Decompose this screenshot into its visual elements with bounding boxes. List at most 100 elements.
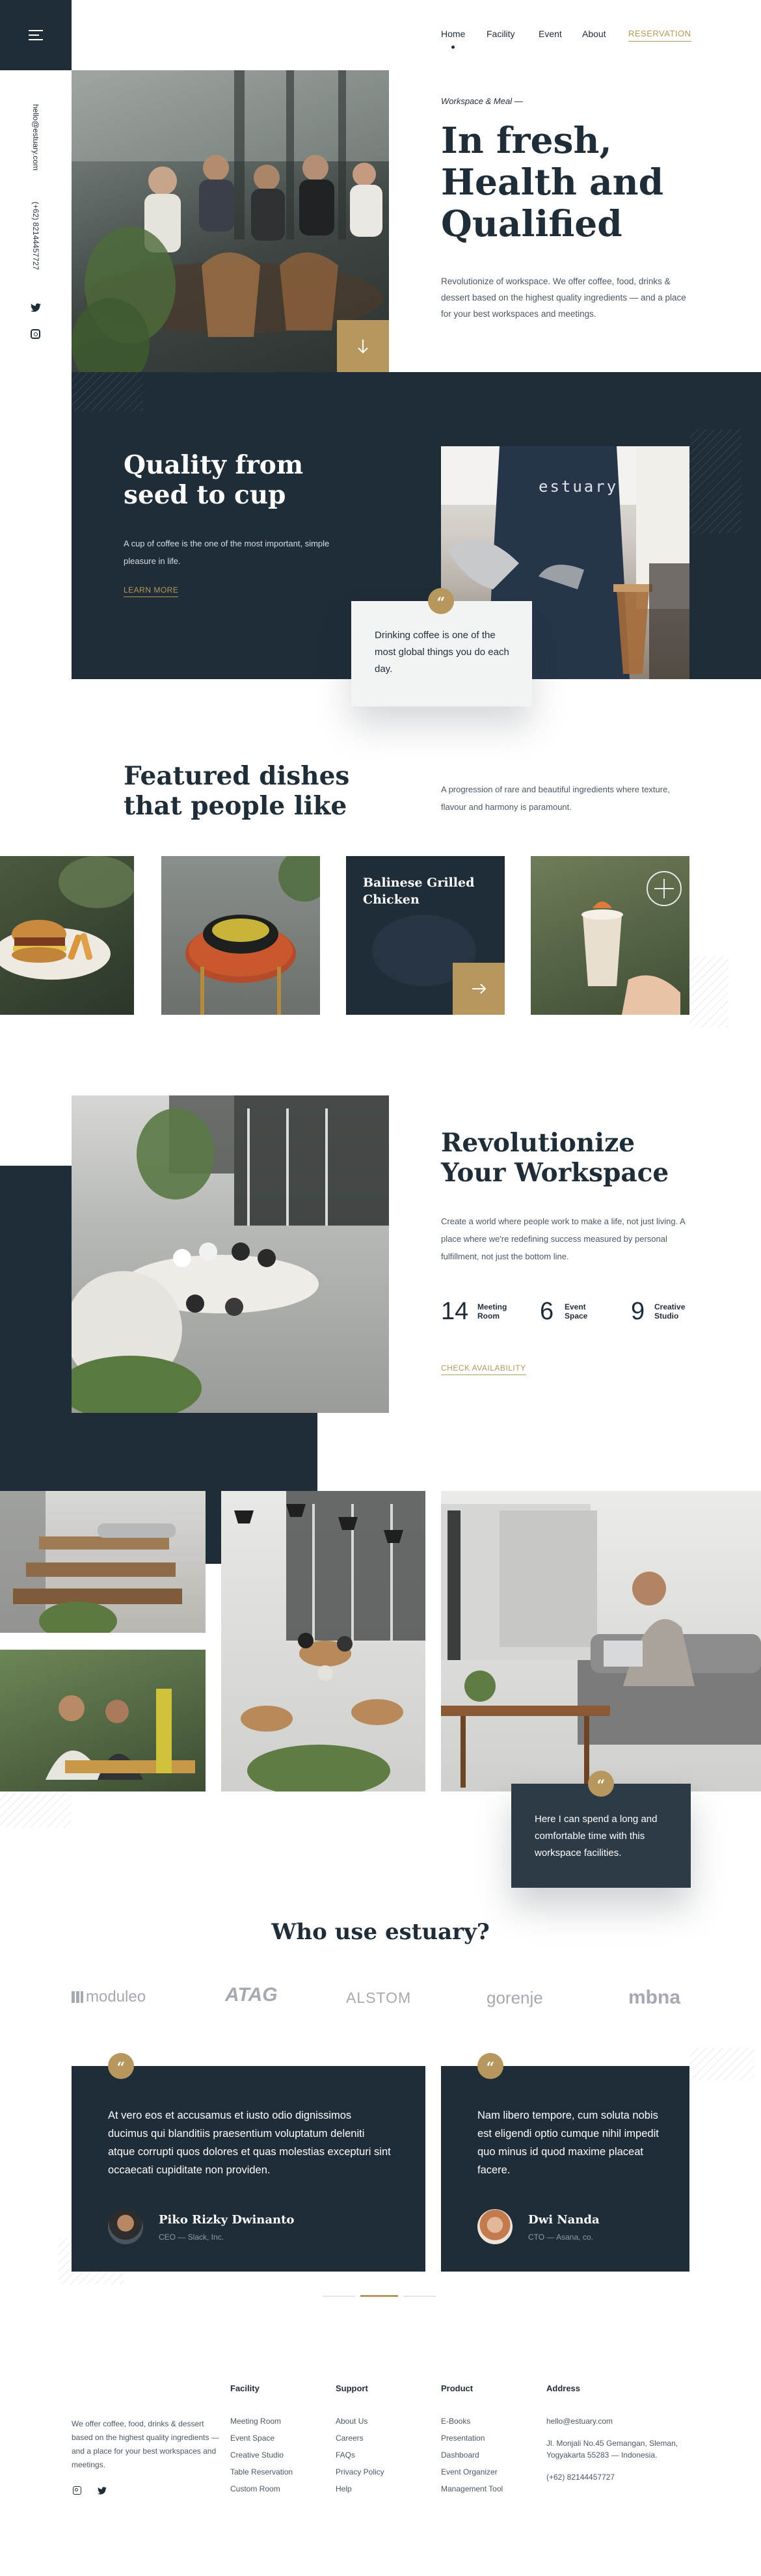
hero-title-line: In fresh,	[441, 119, 612, 161]
testimonial-hatch-right	[689, 2048, 754, 2080]
slider-dot[interactable]	[403, 2296, 436, 2297]
stat-number: 9	[631, 1298, 645, 1325]
footer-link[interactable]: Event Space	[230, 2430, 328, 2447]
footer-column-title: Support	[336, 2383, 368, 2393]
twitter-icon[interactable]	[98, 2487, 107, 2495]
client-logo-atag: ATAG	[225, 1984, 278, 2006]
footer-link[interactable]: Meeting Room	[230, 2413, 328, 2430]
footer-link[interactable]: Help	[336, 2480, 433, 2497]
quality-description: A cup of coffee is the one of the most i…	[124, 539, 330, 566]
stat-event-space: 6 Event Space	[540, 1297, 624, 1327]
workspace-title-line: Revolutionize	[441, 1128, 635, 1158]
instagram-icon[interactable]	[73, 2486, 81, 2495]
quote-icon: “	[428, 588, 454, 614]
gallery-man-laptop	[441, 1491, 761, 1791]
quality-title-line: seed to cup	[124, 480, 286, 510]
footer-column-product: Product E-Books Presentation Dashboard E…	[441, 2383, 539, 2497]
testimonial-card: “ Nam libero tempore, cum soluta nobis e…	[441, 2053, 689, 2272]
quality-quote-text: Drinking coffee is one of the most globa…	[375, 630, 509, 675]
client-logo-moduleo: moduleo	[72, 1988, 146, 2007]
svg-text:estuary: estuary	[539, 477, 618, 496]
stat-label: Room	[477, 1311, 500, 1321]
footer-column-facility: Facility Meeting Room Event Space Creati…	[230, 2383, 328, 2497]
hamburger-icon[interactable]	[29, 30, 43, 40]
footer-link[interactable]: Careers	[336, 2430, 433, 2447]
reservation-link[interactable]: RESERVATION	[628, 29, 691, 42]
nav-facility[interactable]: Facility	[487, 29, 515, 39]
client-logo-alstom: ALSTOM	[346, 1989, 412, 2006]
dish-next-button[interactable]	[453, 963, 505, 1015]
footer-link[interactable]: About Us	[336, 2413, 433, 2430]
footer-email[interactable]: hello@estuary.com	[546, 2413, 715, 2430]
footer-link[interactable]: Table Reservation	[230, 2463, 328, 2480]
quality-title-line: Quality from	[124, 450, 304, 480]
testimonial-card: “ At vero eos et accusamus et iusto odio…	[72, 2053, 425, 2272]
quality-quote-card: “ Drinking coffee is one of the most glo…	[351, 588, 532, 706]
clients-title: Who use estuary?	[271, 1919, 490, 1945]
featured-description: A progression of rare and beautiful ingr…	[441, 785, 670, 812]
footer-link[interactable]: FAQs	[336, 2447, 433, 2463]
footer-link[interactable]: Presentation	[441, 2430, 539, 2447]
stat-number: 14	[441, 1298, 469, 1325]
footer-link[interactable]: E-Books	[441, 2413, 539, 2430]
footer-column-support: Support About Us Careers FAQs Privacy Po…	[336, 2383, 433, 2497]
dish-bowl[interactable]	[161, 856, 320, 1015]
learn-more-link[interactable]: LEARN MORE	[124, 585, 179, 597]
footer-link[interactable]: Management Tool	[441, 2480, 539, 2497]
stat-creative-studio: 9 Creative Studio	[631, 1297, 715, 1327]
main-nav: Home Facility Event About RESERVATION	[441, 29, 701, 49]
slider-dot[interactable]	[323, 2296, 355, 2297]
instagram-icon[interactable]	[31, 329, 40, 339]
twitter-icon[interactable]	[31, 303, 41, 312]
stat-number: 6	[540, 1298, 554, 1325]
footer-column-title: Address	[546, 2383, 581, 2393]
side-email[interactable]: hello@estuary.com	[27, 104, 40, 189]
footer-phone[interactable]: (+62) 82144457727	[546, 2469, 715, 2486]
check-availability-link[interactable]: CHECK AVAILABILITY	[441, 1363, 526, 1375]
workspace-description: Create a world where people work to make…	[441, 1216, 686, 1261]
quote-icon: “	[588, 1771, 614, 1797]
gallery-quote-card: “ Here I can spend a long and comfortabl…	[511, 1771, 691, 1888]
arrow-down-icon	[358, 340, 368, 354]
footer-link[interactable]: Custom Room	[230, 2480, 328, 2497]
workspace-title: Revolutionize Your Workspace	[441, 1128, 669, 1188]
side-phone[interactable]: (+62) 82144457727	[27, 202, 40, 293]
stat-label: Studio	[654, 1311, 679, 1321]
testimonial-role: CTO — Asana, co.	[528, 2233, 593, 2242]
nav-about[interactable]: About	[582, 29, 606, 39]
quality-hatch-right	[689, 429, 741, 533]
nav-event[interactable]: Event	[539, 29, 562, 39]
hero-title: In fresh, Health and Qualified	[441, 120, 663, 245]
testimonial-text: Nam libero tempore, cum soluta nobis est…	[477, 2110, 659, 2176]
hero-kicker: Workspace & Meal —	[441, 96, 523, 106]
featured-title-line: Featured dishes	[124, 761, 350, 791]
quote-icon: “	[108, 2053, 134, 2079]
gallery-hatch	[0, 1791, 72, 1828]
dish-card-title: Balinese Grilled Chicken	[363, 874, 474, 908]
nav-home[interactable]: Home	[441, 29, 465, 39]
workspace-image	[72, 1095, 389, 1413]
slider-dot-active[interactable]	[360, 2295, 398, 2297]
scroll-down-button[interactable]	[337, 320, 389, 372]
dish-burger[interactable]	[0, 856, 134, 1015]
quality-hatch-left	[72, 372, 143, 411]
gallery-quote-text: Here I can spend a long and comfortable …	[535, 1814, 658, 1858]
footer-link[interactable]: Creative Studio	[230, 2447, 328, 2463]
footer-link[interactable]: Privacy Policy	[336, 2463, 433, 2480]
gallery-navy-strip	[206, 1491, 221, 1564]
dish-hatch	[689, 956, 728, 1028]
arrow-right-icon	[472, 984, 487, 994]
workspace-title-line: Your Workspace	[441, 1158, 669, 1188]
footer-column-address: Address hello@estuary.com Jl. Monjali No…	[546, 2383, 715, 2486]
footer-link[interactable]: Dashboard	[441, 2447, 539, 2463]
hero-title-line: Qualified	[441, 202, 622, 245]
footer-city: Yogyakarta 55283 — Indonesia.	[546, 2450, 658, 2460]
footer-street: Jl. Monjali No.45 Gemangan, Sleman,	[546, 2439, 678, 2448]
footer-link[interactable]: Event Organizer	[441, 2463, 539, 2480]
stat-label: Event	[565, 1302, 586, 1311]
hero-description: Revolutionize of workspace. We offer cof…	[441, 276, 686, 319]
client-logo-gorenje: gorenje	[487, 1988, 543, 2007]
footer-column-title: Product	[441, 2383, 474, 2393]
dish-drink[interactable]	[531, 856, 689, 1015]
stat-meeting-room: 14 Meeting Room	[441, 1297, 526, 1327]
